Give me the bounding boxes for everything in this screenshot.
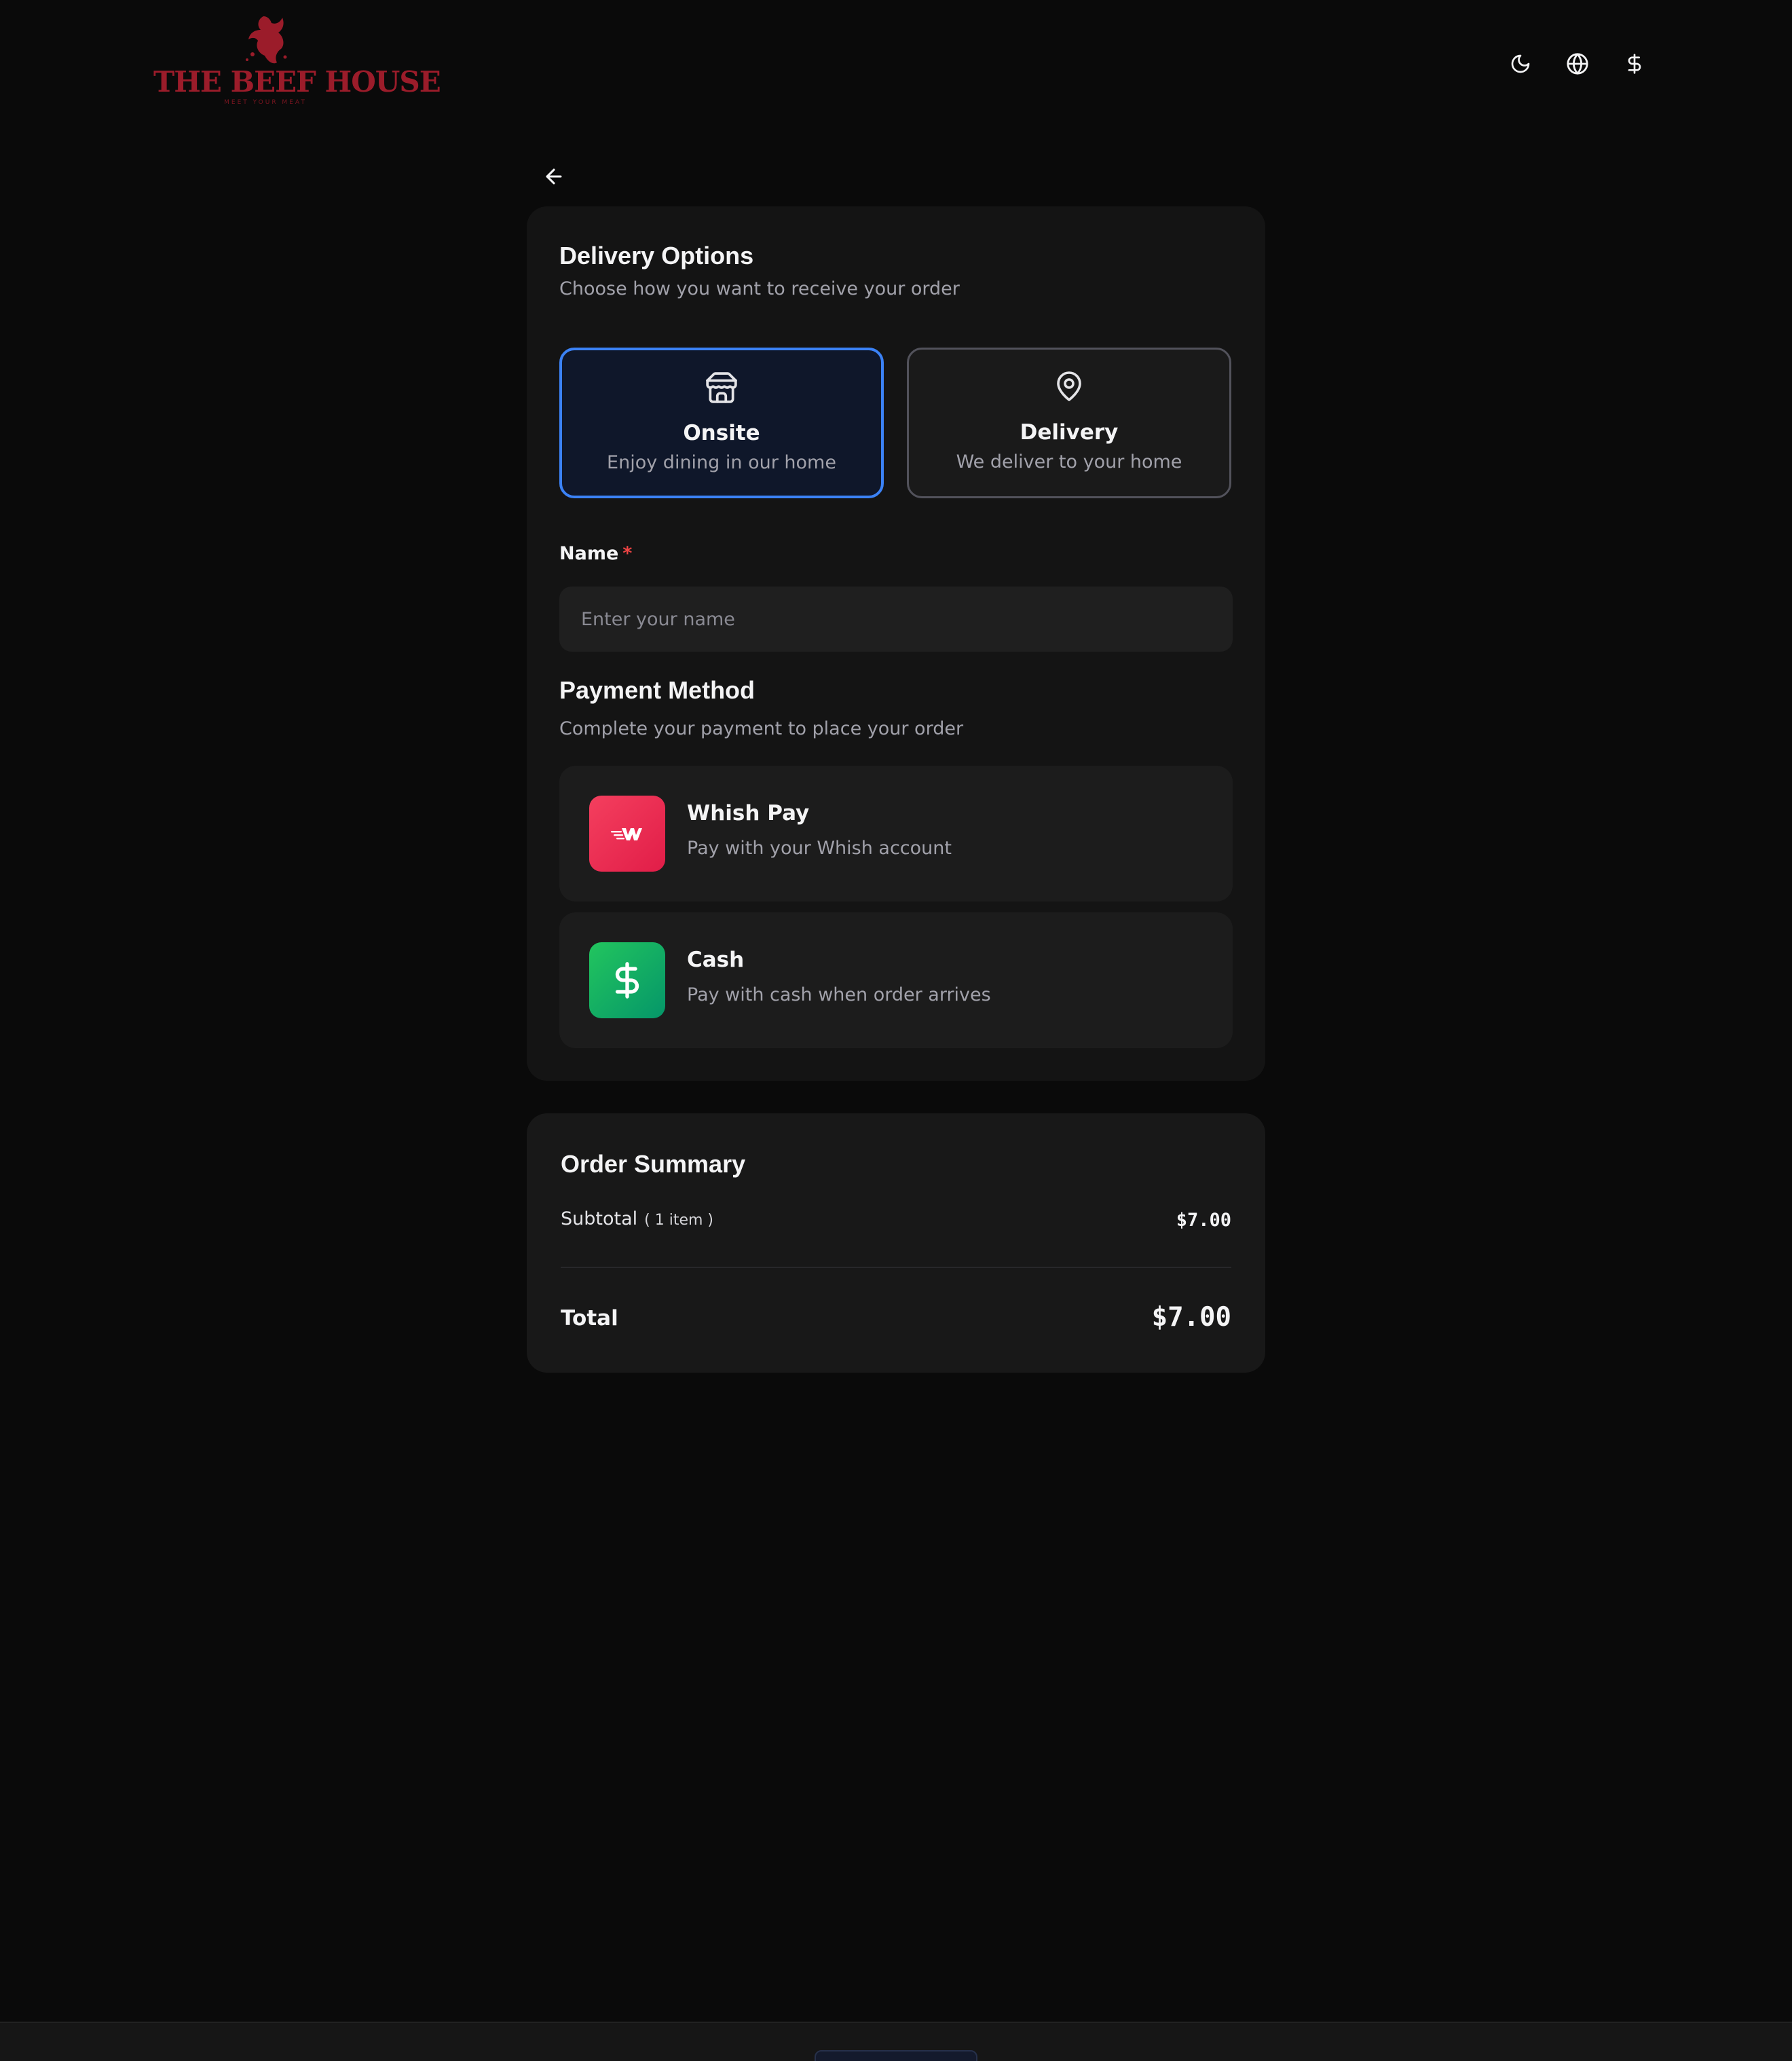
total-label: Total — [561, 1306, 618, 1331]
dollar-icon — [589, 942, 665, 1018]
top-header: THE BEEF HOUSE MEET YOUR MEAT — [0, 0, 1792, 129]
place-order-button[interactable] — [815, 2050, 977, 2061]
globe-icon[interactable] — [1563, 49, 1592, 79]
brand-name: THE BEEF HOUSE — [153, 65, 441, 98]
payment-option-title: Whish Pay — [687, 801, 810, 825]
required-marker: * — [622, 543, 633, 564]
option-title: Delivery — [1020, 420, 1119, 445]
moon-icon[interactable] — [1506, 49, 1535, 79]
brand-logo[interactable]: THE BEEF HOUSE MEET YOUR MEAT — [153, 12, 441, 111]
arrow-left-icon — [546, 168, 562, 185]
summary-divider — [561, 1267, 1231, 1268]
payment-option-description: Pay with your Whish account — [687, 838, 952, 859]
order-summary-title: Order Summary — [561, 1150, 746, 1178]
map-pin-icon — [909, 370, 1229, 408]
payment-option-cash[interactable]: Cash Pay with cash when order arrives — [559, 912, 1233, 1048]
delivery-options-title: Delivery Options — [559, 242, 754, 270]
subtotal-text: Subtotal — [561, 1208, 638, 1229]
option-title: Onsite — [683, 421, 760, 445]
name-field-label: Name * — [559, 543, 632, 564]
subtotal-label: Subtotal ( 1 item ) — [561, 1208, 713, 1229]
payment-option-description: Pay with cash when order arrives — [687, 984, 991, 1005]
delivery-options-subtitle: Choose how you want to receive your orde… — [559, 278, 960, 299]
bull-icon — [246, 16, 287, 64]
option-description: Enjoy dining in our home — [607, 452, 836, 473]
brand-tagline: MEET YOUR MEAT — [224, 99, 307, 106]
back-button[interactable] — [538, 160, 570, 193]
name-label-text: Name — [559, 543, 619, 564]
name-input[interactable] — [559, 587, 1233, 652]
total-value: $7.00 — [1151, 1302, 1231, 1333]
currency-icon[interactable] — [1620, 49, 1649, 79]
option-description: We deliver to your home — [956, 451, 1182, 472]
option-onsite[interactable]: Onsite Enjoy dining in our home — [559, 348, 884, 498]
payment-option-whish[interactable]: Whish Pay Pay with your Whish account — [559, 766, 1233, 902]
bottom-action-bar — [0, 2022, 1792, 2061]
item-count: ( 1 item ) — [644, 1212, 713, 1229]
payment-option-title: Cash — [687, 948, 745, 972]
payment-method-subtitle: Complete your payment to place your orde… — [559, 718, 964, 739]
subtotal-value: $7.00 — [1176, 1210, 1231, 1231]
store-icon — [562, 371, 881, 409]
option-delivery[interactable]: Delivery We deliver to your home — [907, 348, 1231, 498]
payment-method-title: Payment Method — [559, 676, 755, 704]
whish-icon — [589, 796, 665, 872]
